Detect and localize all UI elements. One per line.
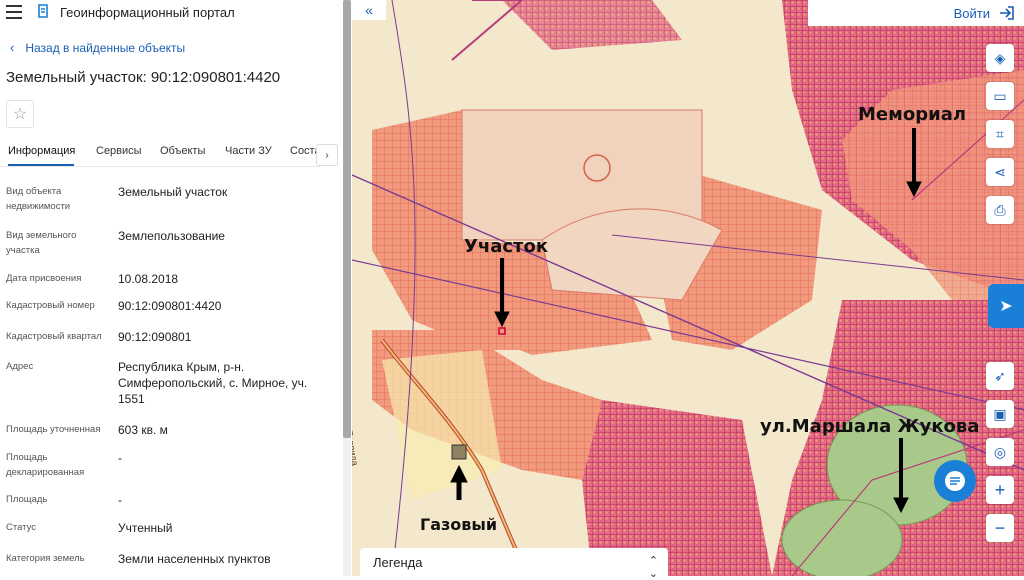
property-value: 90:12:090801:4420 xyxy=(118,299,222,313)
annotation-memorial: Мемориал xyxy=(858,104,967,125)
login-button[interactable]: Войти xyxy=(808,0,1024,26)
minimap-icon[interactable]: ▣ xyxy=(986,400,1014,428)
back-link-label: Назад в найденные объекты xyxy=(25,40,186,55)
legend-label: Легенда xyxy=(373,554,423,570)
property-value: Землепользование xyxy=(118,229,225,243)
page-title: Земельный участок: 90:12:090801:4420 xyxy=(6,69,281,86)
chat-icon[interactable] xyxy=(934,460,976,502)
tab-parts[interactable]: Части ЗУ xyxy=(225,145,272,157)
property-label: Дата присвоения xyxy=(6,273,82,284)
property-label: Площадь декларированная xyxy=(6,452,85,478)
property-label: Категория земель xyxy=(6,553,85,564)
locate-icon[interactable]: ➶ xyxy=(986,362,1014,390)
portal-logo-icon xyxy=(38,4,48,18)
divider xyxy=(0,166,320,167)
chevron-left-icon: ‹ xyxy=(10,40,15,55)
property-value: 603 кв. м xyxy=(118,423,168,437)
collapse-panel-button[interactable]: « xyxy=(352,0,386,20)
property-label: Вид земельного участка xyxy=(6,230,77,256)
chevron-up-down-icon: ⌃ ⌄ xyxy=(648,555,658,580)
legend-toggle[interactable]: Легенда ⌃ ⌄ xyxy=(360,548,668,580)
property-value: Республика Крым, р-н. Симферопольский, с… xyxy=(118,360,308,406)
select-area-icon[interactable]: ⌗ xyxy=(986,120,1014,148)
layers-icon[interactable]: ◈ xyxy=(986,44,1014,72)
share-icon[interactable]: ⋖ xyxy=(986,158,1014,186)
tab-services[interactable]: Сервисы xyxy=(96,145,142,157)
property-value: - xyxy=(118,493,122,507)
property-value: Земли населенных пунктов xyxy=(118,552,271,566)
property-value: Земельный участок xyxy=(118,185,228,199)
annotation-street: ул.Маршала Жукова xyxy=(760,416,980,437)
property-label: Кадастровый квартал xyxy=(6,331,102,342)
annotation-gas-line1: Газовый xyxy=(420,515,498,534)
geolocation-icon[interactable]: ◎ xyxy=(986,438,1014,466)
favorite-star-icon[interactable]: ☆ xyxy=(6,100,34,128)
tab-info[interactable]: Информация xyxy=(8,145,75,157)
property-value: 90:12:090801 xyxy=(118,330,192,344)
app-title: Геоинформационный портал xyxy=(60,5,235,20)
property-label: Статус xyxy=(6,522,37,533)
map-toolbar: ◈ ▭ ⌗ ⋖ ⎙ xyxy=(986,44,1016,234)
print-icon[interactable]: ⎙ xyxy=(986,196,1014,224)
back-to-results-link[interactable]: ‹ Назад в найденные объекты xyxy=(10,40,185,55)
zoom-in-icon[interactable]: + xyxy=(986,476,1014,504)
top-bar: Геоинформационный портал xyxy=(0,0,340,26)
property-label: Площадь xyxy=(6,494,48,505)
property-value: Учтенный xyxy=(118,521,173,535)
zoom-out-icon[interactable]: − xyxy=(986,514,1014,542)
property-value: - xyxy=(118,451,122,465)
property-label: Кадастровый номер xyxy=(6,300,95,311)
cadastral-map xyxy=(352,0,1024,576)
ruler-icon[interactable]: ▭ xyxy=(986,82,1014,110)
menu-icon[interactable] xyxy=(6,5,22,19)
scrollbar-thumb[interactable] xyxy=(343,0,351,438)
panel-scrollbar[interactable] xyxy=(343,0,351,576)
login-label: Войти xyxy=(953,5,990,21)
property-label: Площадь уточненная xyxy=(6,424,101,435)
property-value: 10.08.2018 xyxy=(118,272,179,286)
tab-bar: Информация Сервисы Объекты Части ЗУ Сост… xyxy=(0,140,321,166)
annotation-plot: Участок xyxy=(464,236,549,257)
property-label: Адрес xyxy=(6,361,34,372)
property-label: Вид объекта недвижимости xyxy=(6,186,71,212)
tab-objects[interactable]: Объекты xyxy=(160,145,205,157)
chevron-right-icon[interactable]: › xyxy=(316,144,338,166)
map-toolbar-lower: ➶ ▣ ◎ + − xyxy=(986,362,1016,552)
login-icon xyxy=(1000,6,1014,20)
info-panel: Геоинформационный портал ‹ Назад в найде… xyxy=(0,0,340,576)
gosuslugi-widget-icon[interactable]: ➤ xyxy=(988,284,1024,328)
map-canvas[interactable]: Мемориал Участок ул.Маршала Жукова Газов… xyxy=(352,0,1024,576)
